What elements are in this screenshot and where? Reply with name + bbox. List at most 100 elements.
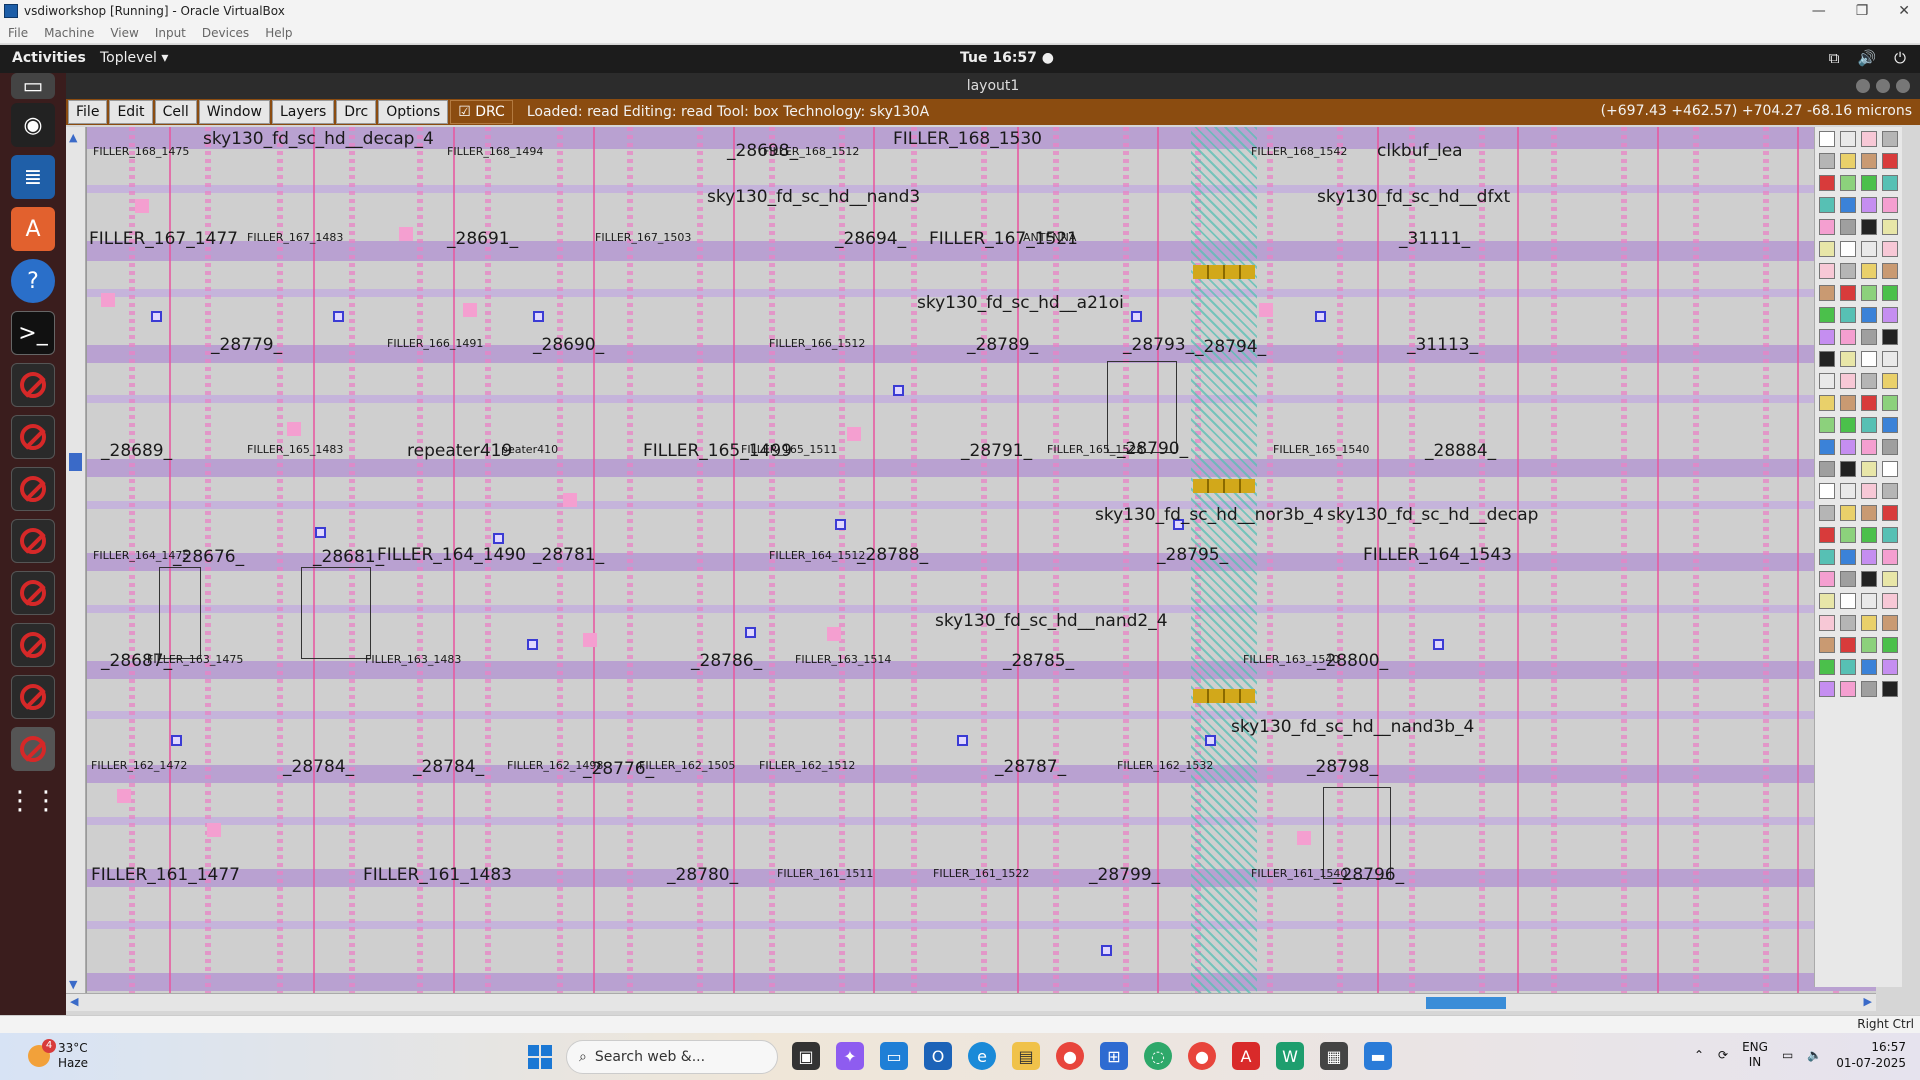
layer-swatch[interactable] — [1882, 659, 1898, 675]
speaker-icon[interactable]: 🔈 — [1807, 1048, 1822, 1062]
layer-swatch[interactable] — [1861, 505, 1877, 521]
layer-swatch[interactable] — [1861, 329, 1877, 345]
layer-swatch[interactable] — [1861, 395, 1877, 411]
layer-swatch[interactable] — [1861, 131, 1877, 147]
taskbar-clock[interactable]: 16:57 01-07-2025 — [1836, 1039, 1906, 1071]
scroll-thumb[interactable] — [1426, 997, 1506, 1009]
blocked-app-icon[interactable] — [11, 623, 55, 667]
layer-swatch[interactable] — [1861, 439, 1877, 455]
layer-swatch[interactable] — [1819, 615, 1835, 631]
layer-swatch[interactable] — [1840, 505, 1856, 521]
layer-swatch[interactable] — [1819, 131, 1835, 147]
blocked-app-icon[interactable] — [11, 675, 55, 719]
layer-swatch[interactable] — [1882, 461, 1898, 477]
layer-swatch[interactable] — [1882, 197, 1898, 213]
search-box[interactable]: ⌕ Search web &... — [566, 1040, 778, 1074]
layer-swatch[interactable] — [1882, 263, 1898, 279]
acrobat-icon[interactable]: A — [1232, 1042, 1260, 1070]
minimize-button[interactable]: — — [1812, 0, 1826, 22]
layer-swatch[interactable] — [1819, 329, 1835, 345]
power-icon[interactable]: ⏻ — [1894, 49, 1906, 67]
magic-close-button[interactable] — [1896, 79, 1910, 93]
blocked-app-icon[interactable] — [11, 571, 55, 615]
layer-swatch[interactable] — [1882, 571, 1898, 587]
blocked-app-icon[interactable] — [11, 467, 55, 511]
edge-icon[interactable]: e — [968, 1042, 996, 1070]
file-explorer-icon[interactable]: ▤ — [1012, 1042, 1040, 1070]
magic-menu-drc[interactable]: Drc — [336, 100, 377, 124]
layer-swatch[interactable] — [1882, 373, 1898, 389]
outlook-icon[interactable]: O — [924, 1042, 952, 1070]
layer-swatch[interactable] — [1840, 131, 1856, 147]
layer-swatch[interactable] — [1861, 681, 1877, 697]
gnome-clock[interactable]: Tue 16:57 ● — [960, 50, 1054, 66]
chrome-profile-icon[interactable]: ● — [1188, 1042, 1216, 1070]
layer-swatch[interactable] — [1840, 483, 1856, 499]
menu-file[interactable]: File — [8, 26, 28, 40]
layer-swatch[interactable] — [1840, 461, 1856, 477]
layer-swatch[interactable] — [1882, 439, 1898, 455]
layer-swatch[interactable] — [1840, 373, 1856, 389]
layer-swatch[interactable] — [1861, 637, 1877, 653]
task-view-icon[interactable]: ▣ — [792, 1042, 820, 1070]
scroll-down-icon[interactable]: ▼ — [69, 978, 77, 991]
layer-swatch[interactable] — [1840, 241, 1856, 257]
layer-swatch[interactable] — [1861, 417, 1877, 433]
magic-maximize-button[interactable] — [1876, 79, 1890, 93]
layer-swatch[interactable] — [1861, 593, 1877, 609]
dock-app-top[interactable]: ▭ — [11, 73, 55, 99]
network-icon[interactable]: ⧉ — [1829, 49, 1840, 67]
writer-icon[interactable]: ≣ — [11, 155, 55, 199]
blocked-app-icon[interactable] — [11, 415, 55, 459]
menu-input[interactable]: Input — [155, 26, 186, 40]
maximize-button[interactable]: ❐ — [1856, 0, 1869, 22]
desktop-icon[interactable]: ▭ — [880, 1042, 908, 1070]
weather-widget[interactable]: 4 33°C Haze — [28, 1039, 88, 1071]
layout-canvas[interactable]: sky130_fd_sc_hd__decap_4 FILLER_168_1530… — [86, 127, 1876, 995]
layer-swatch[interactable] — [1819, 505, 1835, 521]
app-icon[interactable]: ◌ — [1144, 1042, 1172, 1070]
layer-swatch[interactable] — [1819, 461, 1835, 477]
layer-swatch[interactable] — [1882, 131, 1898, 147]
layer-swatch[interactable] — [1882, 527, 1898, 543]
magic-minimize-button[interactable] — [1856, 79, 1870, 93]
layer-swatch[interactable] — [1840, 593, 1856, 609]
layer-swatch[interactable] — [1840, 549, 1856, 565]
rhythmbox-icon[interactable]: ◉ — [11, 103, 55, 147]
magic-menu-cell[interactable]: Cell — [154, 100, 197, 124]
layer-swatch[interactable] — [1882, 615, 1898, 631]
blocked-app-icon[interactable] — [11, 519, 55, 563]
menu-view[interactable]: View — [110, 26, 138, 40]
menu-devices[interactable]: Devices — [202, 26, 249, 40]
layer-swatch[interactable] — [1861, 307, 1877, 323]
magic-menu-layers[interactable]: Layers — [271, 100, 335, 124]
terminal-icon[interactable]: >_ — [11, 311, 55, 355]
layer-swatch[interactable] — [1819, 417, 1835, 433]
layer-swatch[interactable] — [1819, 593, 1835, 609]
layer-swatch[interactable] — [1819, 571, 1835, 587]
layer-swatch[interactable] — [1882, 329, 1898, 345]
layer-swatch[interactable] — [1882, 153, 1898, 169]
layer-swatch[interactable] — [1861, 219, 1877, 235]
display-icon[interactable]: ▭ — [1782, 1048, 1793, 1062]
layer-swatch[interactable] — [1819, 241, 1835, 257]
magic-menu-edit[interactable]: Edit — [109, 100, 153, 124]
layer-swatch[interactable] — [1840, 307, 1856, 323]
layer-swatch[interactable] — [1882, 593, 1898, 609]
show-apps-icon[interactable]: ⋮⋮ — [7, 779, 59, 823]
scroll-thumb[interactable] — [69, 453, 82, 471]
layer-swatch[interactable] — [1882, 637, 1898, 653]
layer-swatch[interactable] — [1861, 659, 1877, 675]
layer-swatch[interactable] — [1819, 307, 1835, 323]
layer-swatch[interactable] — [1861, 461, 1877, 477]
layer-swatch[interactable] — [1840, 637, 1856, 653]
layer-swatch[interactable] — [1882, 549, 1898, 565]
layer-swatch[interactable] — [1861, 527, 1877, 543]
layer-swatch[interactable] — [1840, 659, 1856, 675]
vscode-like-icon[interactable]: W — [1276, 1042, 1304, 1070]
menu-machine[interactable]: Machine — [44, 26, 94, 40]
layer-swatch[interactable] — [1819, 263, 1835, 279]
layer-swatch[interactable] — [1819, 549, 1835, 565]
layer-swatch[interactable] — [1861, 197, 1877, 213]
layer-swatch[interactable] — [1882, 505, 1898, 521]
